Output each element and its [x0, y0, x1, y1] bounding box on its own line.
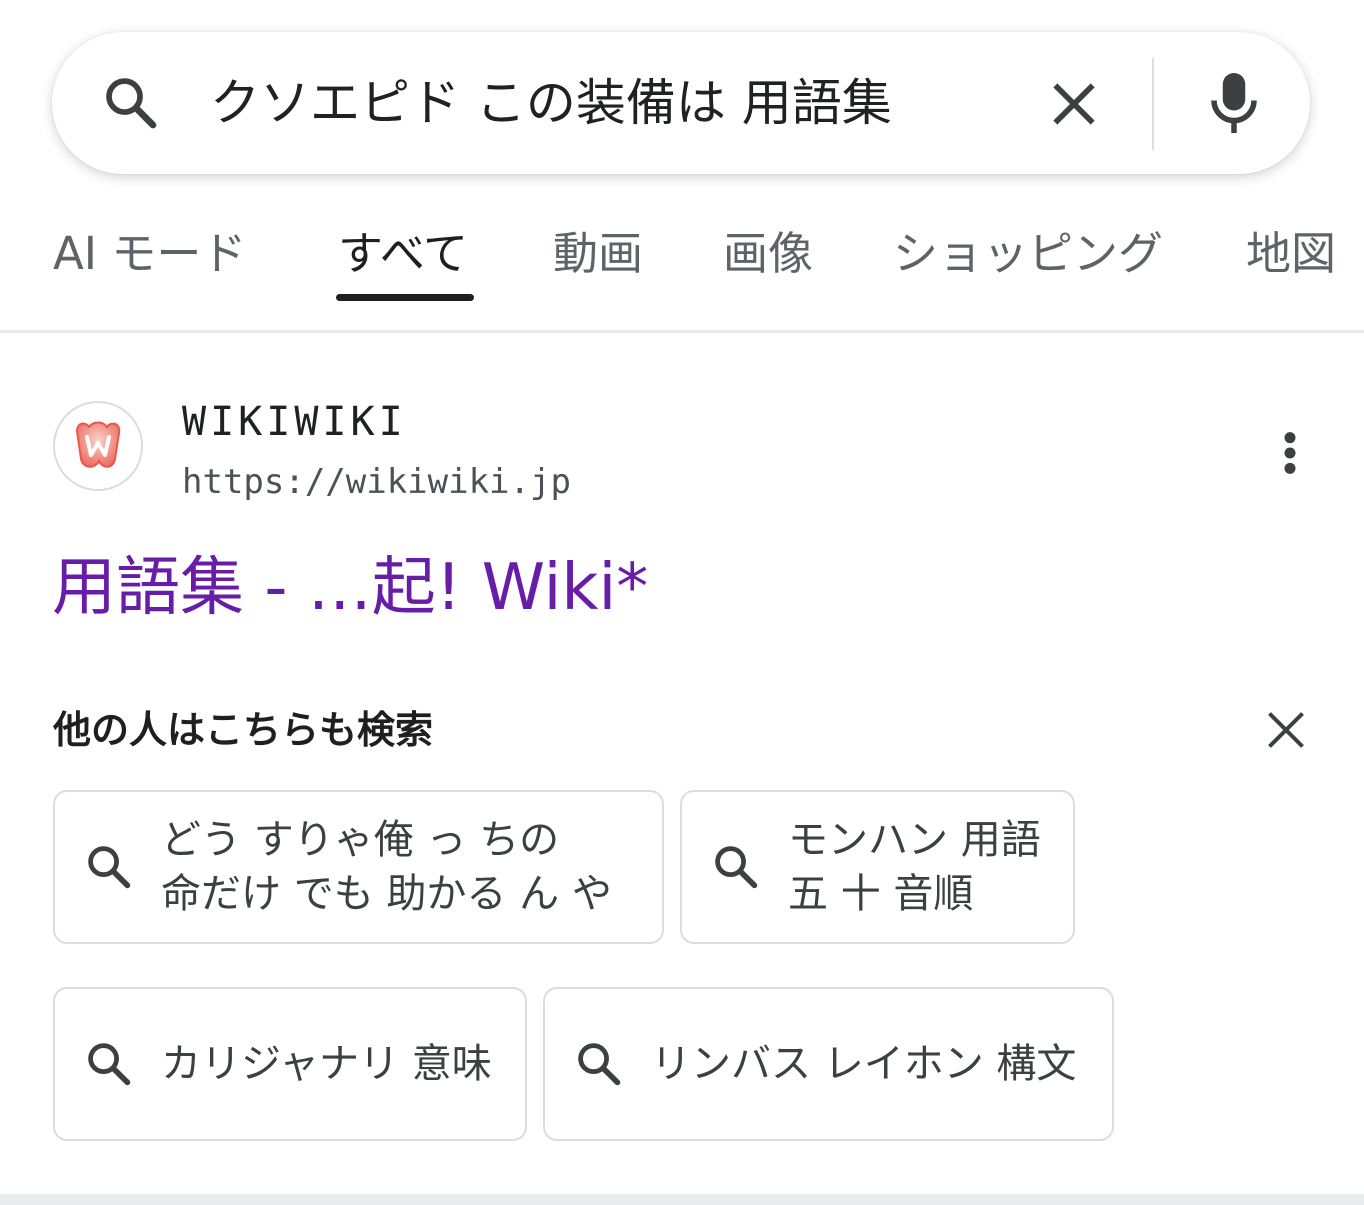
tabs-divider [0, 330, 1364, 333]
close-icon[interactable] [1046, 76, 1102, 132]
site-favicon[interactable] [53, 401, 143, 491]
related-searches-heading: 他の人はこちらも検索 [53, 708, 434, 752]
bottom-divider [0, 1194, 1364, 1205]
search-input[interactable]: クソエピド この装備は 用語集 [210, 70, 970, 136]
tab-maps[interactable]: 地図 [1246, 226, 1336, 282]
related-search-chip[interactable]: カリジャナリ 意味 [53, 987, 527, 1141]
search-icon [88, 846, 131, 889]
related-search-chip[interactable]: リンバス レイホン 構文 [543, 987, 1114, 1141]
site-name[interactable]: WIKIWIKI [182, 398, 407, 446]
tab-images[interactable]: 画像 [723, 226, 813, 282]
chip-label: どう すりゃ俺 っ ちの 命だけ でも 助かる ん や [161, 817, 612, 917]
related-search-chip[interactable]: どう すりゃ俺 っ ちの 命だけ でも 助かる ん や [53, 790, 664, 944]
more-vert-icon[interactable] [1276, 430, 1304, 476]
close-icon[interactable] [1264, 708, 1308, 752]
tab-videos[interactable]: 動画 [553, 226, 643, 282]
result-title-link[interactable]: 用語集 - …起! Wiki* [52, 552, 648, 624]
search-icon [578, 1043, 621, 1086]
chip-label: カリジャナリ 意味 [161, 1041, 492, 1087]
tab-ai-mode[interactable]: AI モード [53, 226, 246, 282]
search-tabs: AI モード すべて 動画 画像 ショッピング 地図 [0, 210, 1364, 302]
active-tab-indicator [336, 294, 474, 301]
search-divider [1152, 58, 1154, 150]
related-search-chip[interactable]: モンハン 用語 五 十 音順 [680, 790, 1075, 944]
site-url[interactable]: https://wikiwiki.jp [182, 460, 571, 504]
wikiwiki-logo-icon [75, 421, 121, 468]
tab-shopping[interactable]: ショッピング [893, 226, 1163, 282]
chip-label: モンハン 用語 五 十 音順 [788, 817, 1041, 917]
microphone-icon[interactable] [1204, 68, 1264, 138]
search-icon [106, 78, 157, 129]
search-icon [88, 1043, 131, 1086]
search-icon [715, 846, 758, 889]
chip-label: リンバス レイホン 構文 [651, 1041, 1077, 1087]
tab-all[interactable]: すべて [338, 226, 468, 282]
